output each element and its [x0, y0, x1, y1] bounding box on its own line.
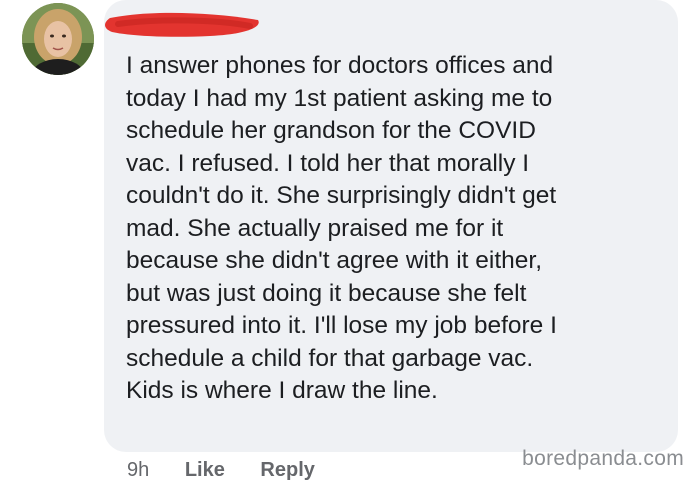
- profile-photo-icon: [22, 3, 94, 75]
- comment-timestamp[interactable]: 9h: [127, 458, 149, 482]
- watermark: boredpanda.com: [522, 447, 684, 470]
- reply-button[interactable]: Reply: [260, 458, 314, 482]
- avatar[interactable]: [22, 3, 94, 75]
- like-button[interactable]: Like: [185, 458, 225, 482]
- comment-actions: 9h Like Reply: [127, 458, 315, 482]
- name-redaction-scribble: [105, 12, 259, 37]
- comment-text: I answer phones for doctors offices and …: [126, 52, 557, 404]
